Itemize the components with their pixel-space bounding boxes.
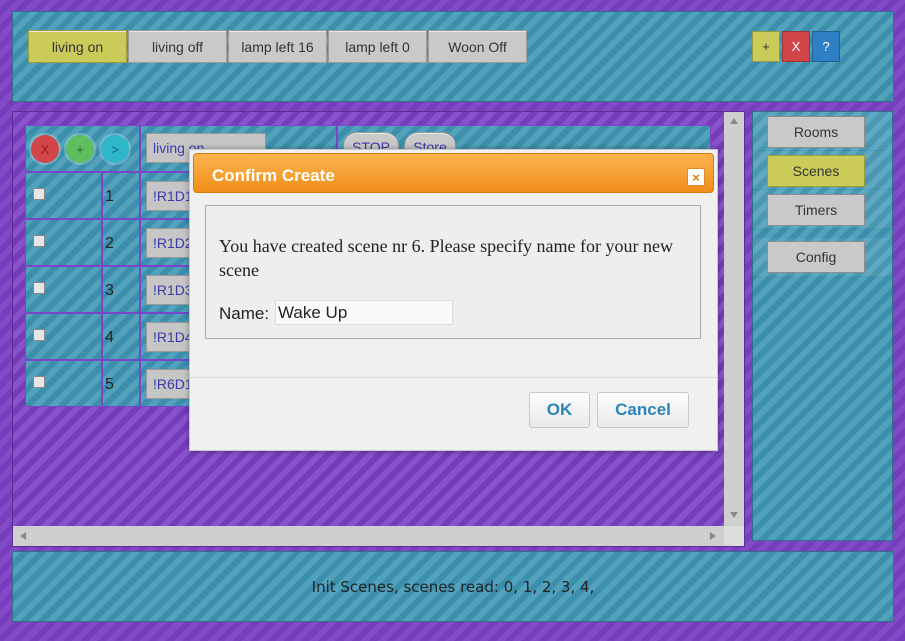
row-number: 4 xyxy=(105,329,114,346)
sidebar-item-timers[interactable]: Timers xyxy=(767,194,865,226)
scroll-right-arrow-icon[interactable] xyxy=(710,532,716,540)
dialog-body: You have created scene nr 6. Please spec… xyxy=(205,205,701,339)
row-number: 2 xyxy=(105,235,114,252)
table-row-checkbox-cell xyxy=(25,219,102,266)
dialog-divider xyxy=(190,377,717,378)
remove-command-button[interactable]: X xyxy=(31,135,59,163)
scene-button-lamp-left-16[interactable]: lamp left 16 xyxy=(228,30,327,63)
cancel-button[interactable]: Cancel xyxy=(597,392,689,428)
status-bar: Init Scenes, scenes read: 0, 1, 2, 3, 4, xyxy=(12,551,894,622)
table-row-number-cell: 4 xyxy=(102,313,140,360)
table-row-number-cell: 5 xyxy=(102,360,140,407)
table-row-checkbox-cell xyxy=(25,266,102,313)
editor-header-actions: X + > xyxy=(25,125,140,172)
name-label: Name: xyxy=(219,304,270,323)
row-number: 1 xyxy=(105,188,114,205)
scene-button-woon-off[interactable]: Woon Off xyxy=(428,30,527,63)
scene-name-field[interactable]: Wake Up xyxy=(275,300,453,325)
row-number: 3 xyxy=(105,282,114,299)
add-command-button[interactable]: + xyxy=(66,135,94,163)
row-checkbox[interactable] xyxy=(33,235,45,247)
table-row-number-cell: 1 xyxy=(102,172,140,219)
add-scene-button[interactable]: + xyxy=(752,31,780,62)
row-checkbox[interactable] xyxy=(33,329,45,341)
sidebar-item-config[interactable]: Config xyxy=(767,241,865,273)
dialog-title: Confirm Create xyxy=(212,166,335,185)
table-row-checkbox-cell xyxy=(25,360,102,407)
dialog-titlebar[interactable]: Confirm Create × xyxy=(193,153,714,193)
sidebar-item-scenes[interactable]: Scenes xyxy=(767,155,865,187)
table-row-number-cell: 2 xyxy=(102,219,140,266)
status-text: Init Scenes, scenes read: 0, 1, 2, 3, 4, xyxy=(311,577,595,596)
ok-button[interactable]: OK xyxy=(529,392,590,428)
scroll-down-arrow-icon[interactable] xyxy=(730,512,738,518)
scroll-up-arrow-icon[interactable] xyxy=(730,118,738,124)
delete-scene-button[interactable]: X xyxy=(782,31,810,62)
help-button[interactable]: ? xyxy=(812,31,840,62)
row-number: 5 xyxy=(105,376,114,393)
close-icon[interactable]: × xyxy=(687,168,705,186)
scene-toolbar: living on living off lamp left 16 lamp l… xyxy=(12,11,894,102)
table-row-checkbox-cell xyxy=(25,313,102,360)
scroll-corner xyxy=(724,526,744,546)
scene-button-living-on[interactable]: living on xyxy=(28,30,127,63)
scene-button-living-off[interactable]: living off xyxy=(128,30,227,63)
table-row-number-cell: 3 xyxy=(102,266,140,313)
vertical-scrollbar[interactable] xyxy=(724,112,744,526)
run-scene-button[interactable]: > xyxy=(101,135,129,163)
scroll-left-arrow-icon[interactable] xyxy=(20,532,26,540)
row-checkbox[interactable] xyxy=(33,376,45,388)
sidebar: Rooms Scenes Timers Config xyxy=(752,111,893,541)
table-row-checkbox-cell xyxy=(25,172,102,219)
horizontal-scrollbar[interactable] xyxy=(13,526,726,546)
confirm-create-dialog: Confirm Create × You have created scene … xyxy=(189,149,718,451)
scene-button-lamp-left-0[interactable]: lamp left 0 xyxy=(328,30,427,63)
row-checkbox[interactable] xyxy=(33,188,45,200)
sidebar-item-rooms[interactable]: Rooms xyxy=(767,116,865,148)
row-checkbox[interactable] xyxy=(33,282,45,294)
dialog-message: You have created scene nr 6. Please spec… xyxy=(219,236,674,280)
